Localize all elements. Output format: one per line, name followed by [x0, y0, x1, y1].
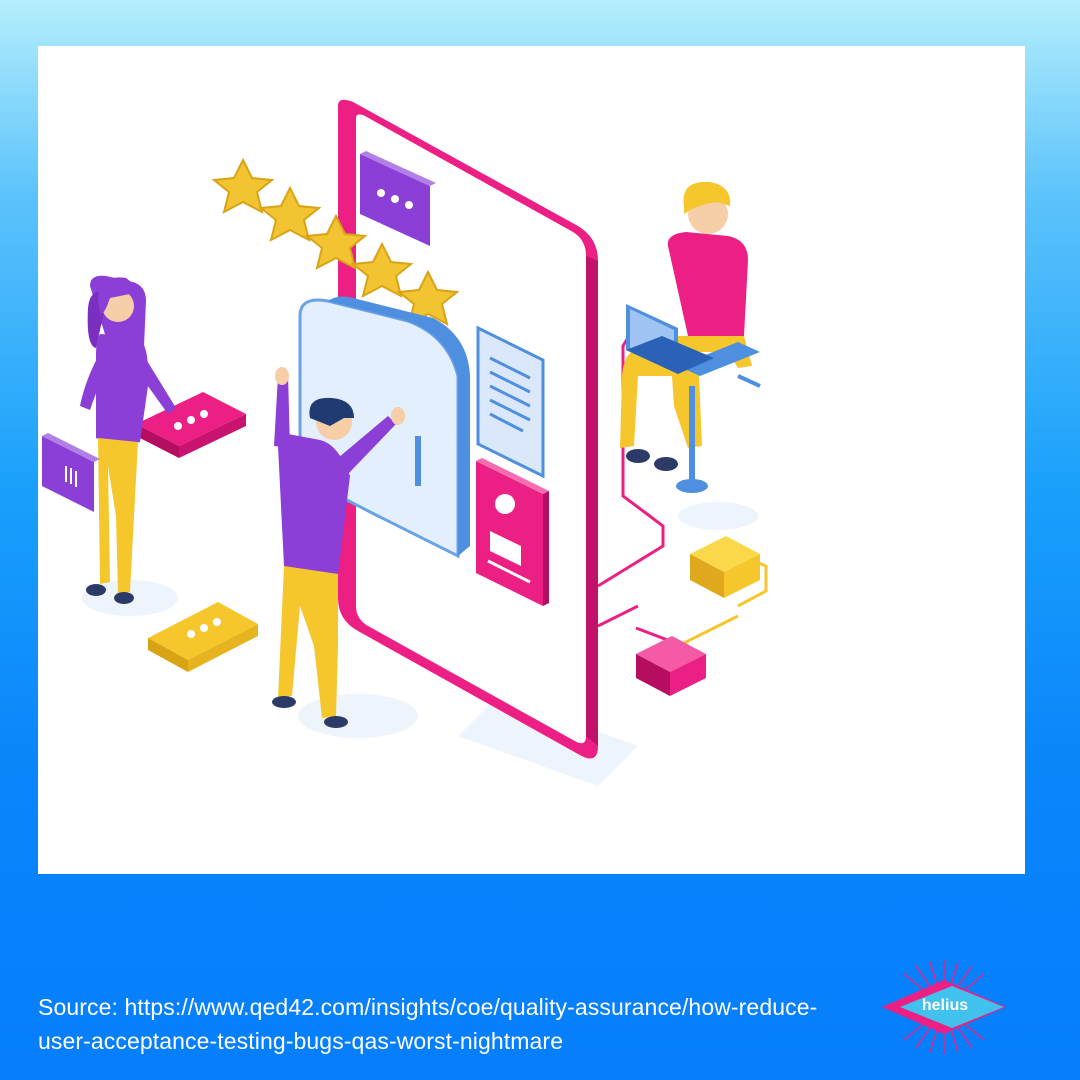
star-icon [258, 185, 322, 242]
server-cube-icon [636, 636, 706, 696]
helius-logo-text: helius [921, 997, 969, 1014]
source-caption-line-2: user-acceptance-testing-bugs-qas-worst-n… [38, 1028, 564, 1054]
chat-bubble-icon [148, 602, 258, 672]
source-caption: Source: https://www.qed42.com/insights/c… [38, 990, 878, 1058]
clipboard-icon [42, 433, 100, 512]
star-icon [211, 157, 275, 214]
isometric-illustration [42, 99, 768, 786]
chat-bubble-icon [136, 392, 246, 458]
illustration-card [38, 46, 1025, 874]
server-cube-icon [690, 536, 760, 598]
source-caption-line-1: Source: https://www.qed42.com/insights/c… [38, 994, 818, 1020]
